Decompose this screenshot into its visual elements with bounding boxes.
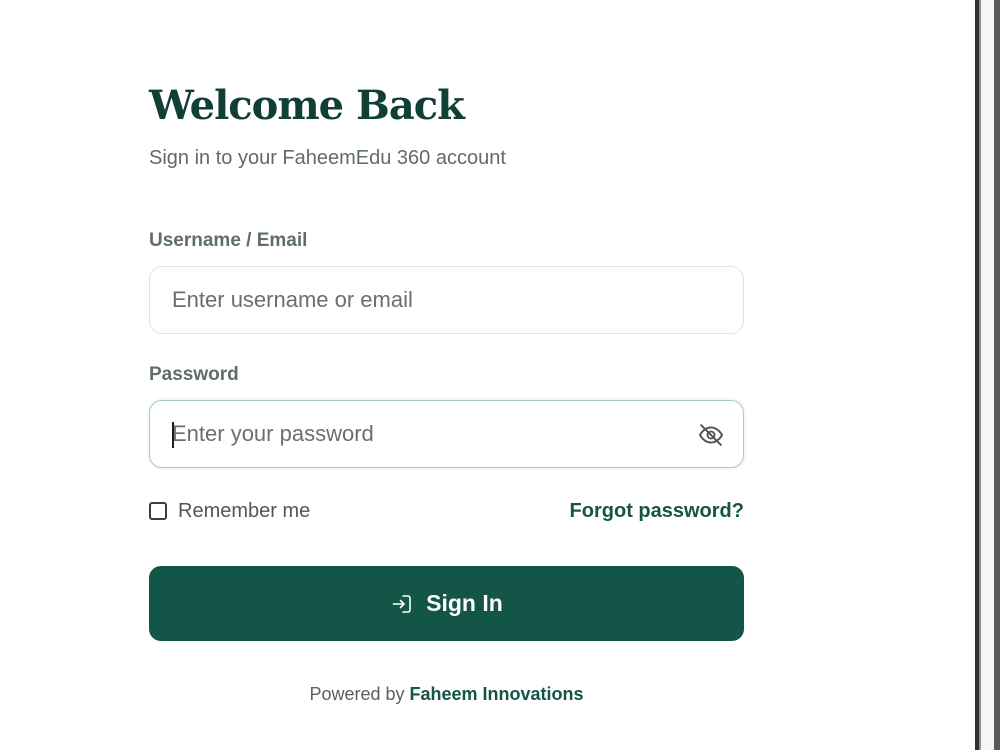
username-input[interactable] [172,267,672,333]
username-label: Username / Email [149,230,308,251]
login-icon [392,594,411,613]
powered-by: Powered by Faheem Innovations [149,683,744,705]
password-label: Password [149,364,239,385]
login-form: Welcome Back Sign in to your FaheemEdu 3… [149,0,744,750]
page-subtitle: Sign in to your FaheemEdu 360 account [149,147,506,169]
remember-me-checkbox[interactable]: Remember me [149,499,310,523]
page-title: Welcome Back [149,82,465,129]
eye-off-icon[interactable] [697,421,725,449]
sign-in-button[interactable]: Sign In [149,566,744,641]
password-field [149,400,744,468]
scrollbar[interactable] [994,0,1000,750]
text-caret [172,422,174,448]
checkbox-box[interactable] [149,502,167,520]
forgot-password-link[interactable]: Forgot password? [570,499,744,523]
remember-me-label: Remember me [178,499,311,522]
password-input[interactable] [172,401,672,467]
window-edge-highlight [979,0,981,750]
username-field [149,266,744,334]
company-name: Faheem Innovations [409,684,584,704]
powered-by-text: Powered by [309,684,405,704]
sign-in-label: Sign In [426,590,503,616]
